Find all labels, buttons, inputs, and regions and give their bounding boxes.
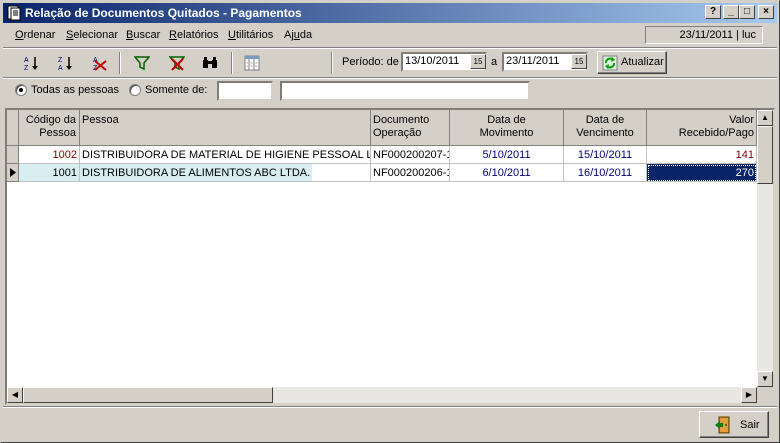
menu-ajuda-post: da (299, 29, 313, 41)
column-header-documento[interactable]: Documento Operação (371, 110, 450, 146)
todas-radio[interactable] (15, 84, 27, 96)
date-separator-label: a (491, 56, 498, 68)
cell-codigo[interactable]: 1001 (19, 164, 80, 182)
sort-descending-button[interactable]: Z A (55, 52, 77, 74)
sort-descending-icon: Z A (58, 57, 72, 71)
vertical-scrollbar[interactable]: ▲ ▼ (757, 110, 773, 387)
minimize-button[interactable]: _ (723, 5, 739, 19)
toolbar-separator (331, 52, 333, 74)
menu-ordenar-key: O (15, 29, 24, 41)
maximize-button[interactable]: □ (739, 5, 755, 19)
sair-button[interactable]: Sair (699, 411, 769, 438)
menu-selecionar-post: elecionar (73, 29, 118, 41)
svg-text:A: A (24, 57, 29, 64)
binoculars-icon (203, 57, 217, 68)
menu-ajuda-pre: Aj (284, 29, 294, 41)
menu-selecionar[interactable]: Selecionar (66, 29, 118, 41)
toolbar-separator (231, 52, 233, 74)
filter-button[interactable] (131, 52, 153, 74)
row-indicator[interactable] (7, 146, 19, 164)
sort-ascending-button[interactable]: A Z (21, 52, 43, 74)
footer-divider (3, 406, 777, 408)
current-row-arrow-icon (10, 168, 16, 177)
menu-relatorios-post: elatórios (176, 29, 219, 41)
cell-pessoa[interactable]: DISTRIBUIDORA DE MATERIAL DE HIGIENE PES… (80, 146, 371, 164)
todas-label[interactable]: Todas as pessoas (31, 84, 119, 96)
date-to-value: 23/11/2011 (506, 55, 560, 67)
toolbar: A Z Z A A Z Período: de 13/10/2011 15 a … (3, 49, 777, 77)
cell-documento[interactable]: NF000200207-1 (371, 146, 450, 164)
clear-filter-button[interactable] (166, 52, 188, 74)
cell-pessoa[interactable]: DISTRIBUIDORA DE ALIMENTOS ABC LTDA. (80, 164, 371, 182)
columns-button[interactable] (241, 52, 263, 74)
data-grid: Código da Pessoa Pessoa Documento Operaç… (5, 108, 775, 405)
date-from-value: 13/10/2011 (405, 55, 460, 67)
status-date-user: 23/11/2011 | luc (645, 26, 763, 44)
cell-valor[interactable]: 141 (647, 146, 757, 164)
scroll-left-button[interactable]: ◀ (7, 387, 23, 403)
atualizar-button[interactable]: Atualizar (597, 51, 667, 74)
column-header-valor[interactable]: Valor Recebido/Pago (647, 110, 757, 146)
menu-utilitarios-key: U (228, 29, 236, 41)
title-bar[interactable]: Relação de Documentos Quitados - Pagamen… (3, 3, 777, 23)
column-header-movimento[interactable]: Data de Movimento (450, 110, 564, 146)
menu-utilitarios[interactable]: Utilitários (228, 29, 273, 41)
help-button[interactable]: ? (705, 5, 721, 19)
menu-ordenar[interactable]: Ordenar (15, 29, 55, 41)
menu-ordenar-post: rdenar (23, 29, 56, 41)
somente-label[interactable]: Somente de: (145, 84, 207, 96)
toolbar-separator (119, 52, 121, 74)
clear-sort-icon: A Z (93, 57, 107, 71)
column-header-codigo[interactable]: Código da Pessoa (19, 110, 80, 146)
person-name-input[interactable] (280, 81, 530, 101)
scroll-up-button[interactable]: ▲ (757, 110, 773, 126)
app-document-icon (7, 5, 21, 21)
periodo-label: Período: de (342, 56, 399, 68)
horizontal-scrollbar[interactable]: ◀ ▶ (7, 387, 757, 403)
sair-label: Sair (740, 419, 760, 431)
cell-vencimento[interactable]: 16/10/2011 (564, 164, 647, 182)
somente-radio[interactable] (129, 84, 141, 96)
window-title: Relação de Documentos Quitados - Pagamen… (25, 6, 302, 20)
menu-ajuda[interactable]: Ajuda (284, 29, 312, 41)
column-header-vencimento[interactable]: Data de Vencimento (564, 110, 647, 146)
refresh-icon (602, 55, 618, 71)
svg-text:A: A (58, 65, 63, 71)
horizontal-scroll-thumb[interactable] (23, 387, 273, 403)
menu-buscar[interactable]: Buscar (126, 29, 160, 41)
svg-text:Z: Z (58, 57, 63, 64)
row-indicator-current[interactable] (7, 164, 19, 182)
atualizar-label: Atualizar (621, 56, 664, 68)
menu-relatorios-key: R (169, 29, 177, 41)
cell-vencimento[interactable]: 15/10/2011 (564, 146, 647, 164)
vertical-scroll-thumb[interactable] (757, 126, 773, 184)
cell-movimento[interactable]: 6/10/2011 (450, 164, 564, 182)
main-window: Relação de Documentos Quitados - Pagamen… (0, 0, 780, 443)
menu-relatorios[interactable]: Relatórios (169, 29, 219, 41)
filter-icon (134, 56, 150, 71)
cell-codigo[interactable]: 1002 (19, 146, 80, 164)
menu-utilitarios-post: tilitários (235, 29, 274, 41)
cell-valor-selected[interactable]: 270 (647, 164, 757, 182)
menu-buscar-post: uscar (133, 29, 161, 41)
cell-documento[interactable]: NF000200206-1 (371, 164, 450, 182)
scroll-down-button[interactable]: ▼ (757, 371, 773, 387)
scroll-right-button[interactable]: ▶ (741, 387, 757, 403)
filter-bar: Todas as pessoas Somente de: (3, 79, 777, 105)
svg-text:Z: Z (24, 65, 29, 71)
cell-movimento[interactable]: 5/10/2011 (450, 146, 564, 164)
scrollbar-corner (757, 387, 773, 403)
row-indicator-header (7, 110, 19, 146)
columns-icon (244, 55, 260, 71)
exit-door-icon (715, 416, 730, 434)
search-button[interactable] (199, 52, 221, 74)
person-code-input[interactable] (217, 81, 273, 101)
column-header-pessoa[interactable]: Pessoa (80, 110, 371, 146)
close-button[interactable]: × (758, 5, 774, 19)
sort-ascending-icon: A Z (24, 57, 38, 71)
clear-filter-icon (169, 56, 185, 71)
clear-sort-button[interactable]: A Z (89, 52, 111, 74)
date-from-calendar-button[interactable]: 15 (470, 54, 486, 69)
date-to-calendar-button[interactable]: 15 (571, 54, 587, 69)
